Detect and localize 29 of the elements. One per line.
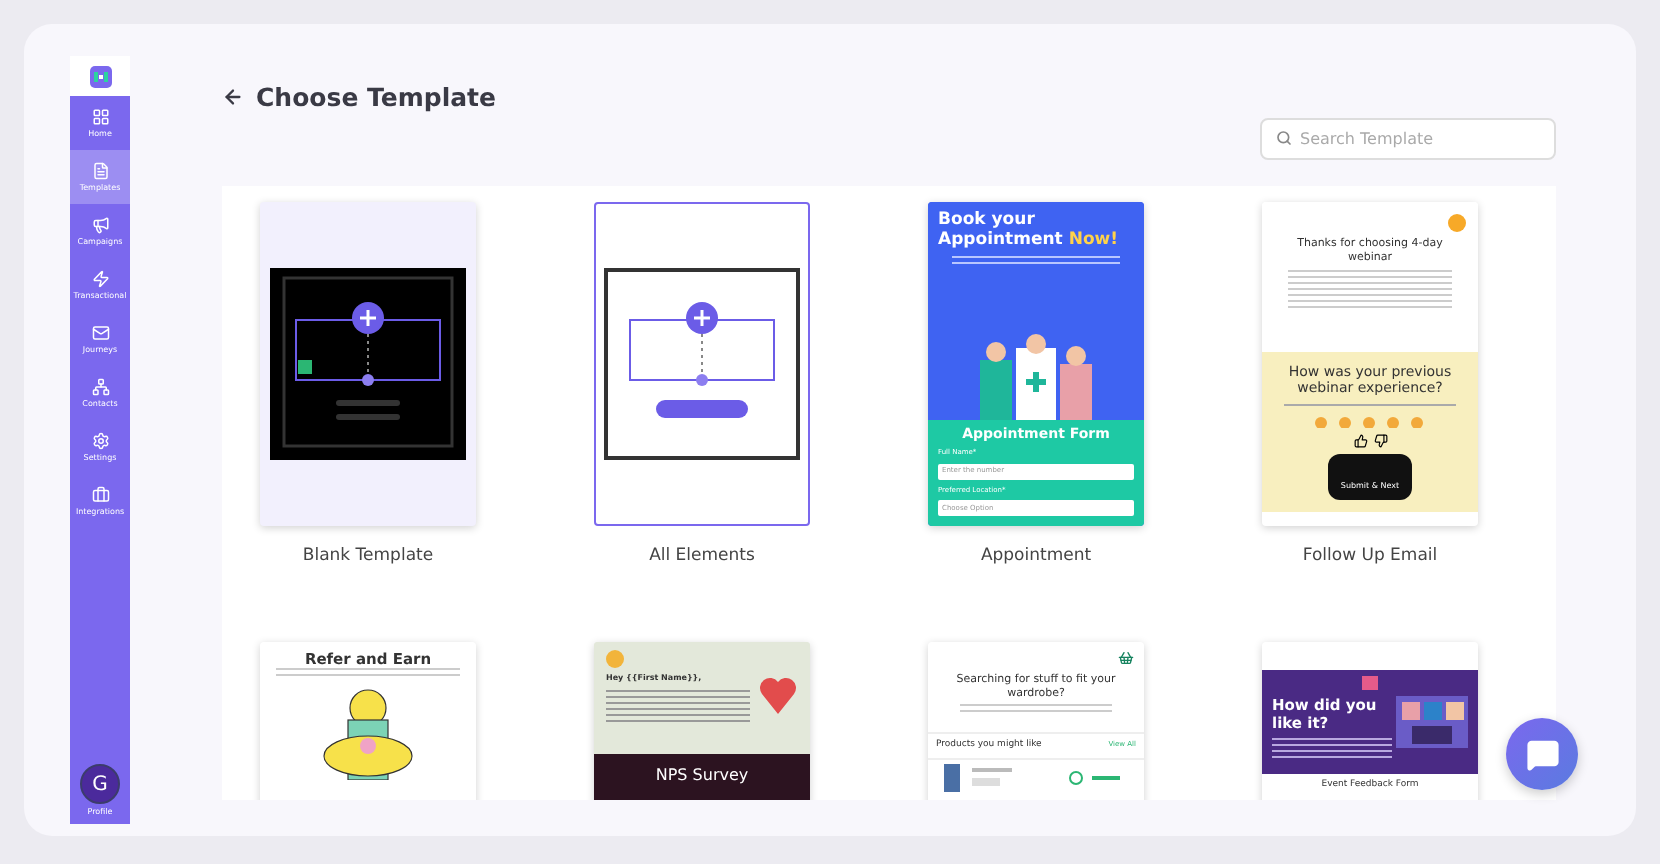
thumbs-up-icon — [1353, 434, 1367, 448]
nav-icon — [91, 108, 109, 126]
video-call-drawing — [1396, 696, 1468, 748]
template-name: All Elements — [649, 546, 755, 566]
profile-avatar[interactable]: G — [80, 764, 120, 804]
chat-icon — [1525, 737, 1559, 771]
nav-icon — [91, 486, 109, 504]
nav-icon — [91, 162, 109, 180]
basket-icon — [1118, 650, 1134, 666]
badge-icon — [1448, 214, 1466, 232]
template-name: Follow Up Email — [1302, 546, 1438, 566]
search-icon — [1276, 130, 1292, 146]
back-icon[interactable] — [222, 85, 244, 107]
template-card[interactable] — [594, 202, 810, 526]
template-name: Blank Template — [302, 546, 434, 566]
nav-icon — [91, 270, 109, 288]
nav-icon — [91, 216, 109, 234]
thumbs-down-icon — [1373, 434, 1387, 448]
search-field[interactable]: Search Template — [1260, 118, 1556, 160]
text-lines — [1272, 738, 1392, 762]
nav-icon — [91, 378, 109, 396]
preview-heading: NPS Survey — [655, 766, 749, 786]
template-name: Appointment — [980, 546, 1092, 566]
preview-heading: Book your Appointment Now! — [938, 210, 1119, 251]
nav-icon — [91, 324, 109, 342]
heart-character-drawing — [758, 674, 798, 718]
template-card[interactable] — [260, 202, 476, 526]
page-title: Choose Template — [256, 81, 497, 111]
nav-icon — [91, 432, 109, 450]
